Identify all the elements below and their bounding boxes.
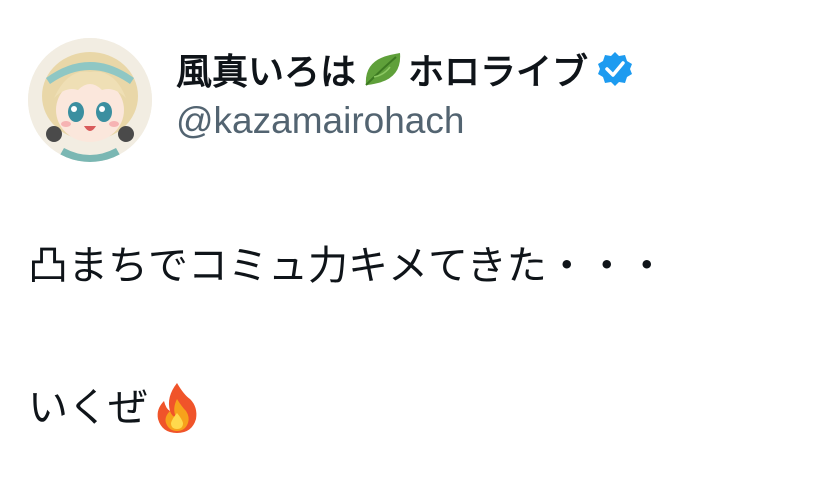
author-handle[interactable]: @kazamairohach: [176, 100, 816, 142]
tweet-header: 風真いろは ホロライブ @kazamairohach: [176, 44, 816, 142]
tweet-text-line: 凸まちでコミュ力キメてきた・・・: [28, 240, 818, 292]
author-name-row[interactable]: 風真いろは ホロライブ: [176, 44, 816, 94]
avatar-image: [28, 38, 152, 162]
fire-icon: [152, 381, 202, 435]
tweet-text-line-1: 凸まちでコミュ力キメてきた・・・: [28, 243, 667, 289]
tweet-text: 凸まちでコミュ力キメてきた・・・ いくぜ: [28, 240, 818, 434]
verified-badge-icon: [596, 50, 634, 88]
author-name-suffix[interactable]: ホロライブ: [408, 43, 588, 95]
tweet-text-line: いくぜ: [28, 382, 818, 434]
tweet-card: 風真いろは ホロライブ @kazamairohach 凸まちでコミュ力キメてきた…: [0, 0, 837, 489]
tweet-text-line-2: いくぜ: [28, 385, 148, 431]
author-name[interactable]: 風真いろは: [176, 43, 356, 95]
avatar[interactable]: [28, 38, 152, 162]
leaf-icon: [360, 47, 404, 91]
